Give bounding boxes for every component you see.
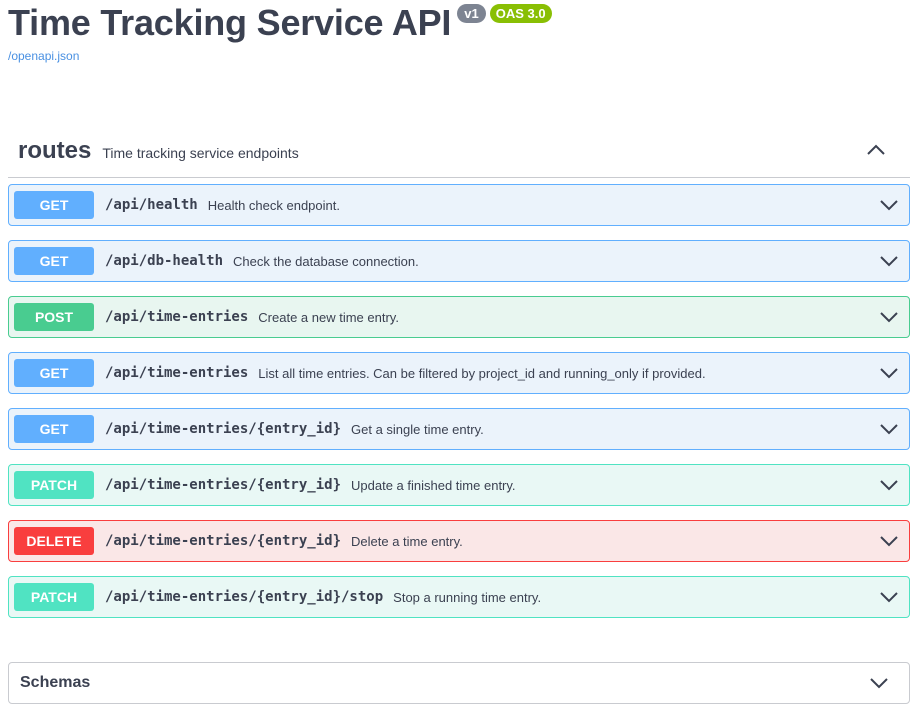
method-badge: PATCH — [14, 471, 94, 499]
method-badge: POST — [14, 303, 94, 331]
method-badge: GET — [14, 247, 94, 275]
method-badge: GET — [14, 191, 94, 219]
chevron-down-icon[interactable] — [879, 422, 899, 436]
operation-row[interactable]: GET/api/db-health Check the database conn… — [8, 240, 910, 282]
operation-summary: Check the database connection. — [233, 253, 419, 269]
version-badge: v1 — [457, 4, 486, 23]
tag-description: Time tracking service endpoints — [102, 144, 299, 161]
method-badge: DELETE — [14, 527, 94, 555]
api-title: Time Tracking Service API — [8, 2, 452, 43]
tag-name: routes — [18, 136, 92, 164]
oas-badge: OAS 3.0 — [489, 4, 552, 23]
chevron-down-icon[interactable] — [879, 590, 899, 604]
operation-path: /api/time-entries — [105, 365, 249, 381]
operation-row[interactable]: DELETE/api/time-entries/{entry_id} Delete… — [8, 520, 910, 562]
operation-row[interactable]: GET/api/time-entries/{entry_id} Get a sin… — [8, 408, 910, 450]
operation-row[interactable]: PATCH/api/time-entries/{entry_id}/stop St… — [8, 576, 910, 618]
operation-summary: Stop a running time entry. — [393, 589, 542, 605]
operation-row[interactable]: PATCH/api/time-entries/{entry_id} Update … — [8, 464, 910, 506]
chevron-down-icon[interactable] — [879, 310, 899, 324]
operation-summary: Health check endpoint. — [207, 197, 340, 213]
chevron-down-icon[interactable] — [879, 534, 899, 548]
tag-section-header[interactable]: routes Time tracking service endpoints — [8, 124, 910, 178]
title-row: Time Tracking Service API v1 OAS 3.0 — [8, 0, 552, 46]
operation-row[interactable]: GET/api/time-entries List all time entrie… — [8, 352, 910, 394]
chevron-down-icon[interactable] — [879, 254, 899, 268]
chevron-up-icon[interactable] — [866, 142, 886, 156]
chevron-down-icon[interactable] — [879, 366, 899, 380]
operation-path: /api/db-health — [105, 253, 224, 269]
operation-path: /api/time-entries/{entry_id} — [105, 421, 342, 437]
openapi-spec-link[interactable]: /openapi.json — [8, 49, 552, 63]
method-badge: GET — [14, 359, 94, 387]
operation-path: /api/time-entries/{entry_id} — [105, 533, 342, 549]
operation-summary: Delete a time entry. — [351, 533, 463, 549]
operation-path: /api/health — [105, 197, 198, 213]
operation-summary: Update a finished time entry. — [351, 477, 516, 493]
method-badge: GET — [14, 415, 94, 443]
operation-path: /api/time-entries/{entry_id} — [105, 477, 342, 493]
chevron-down-icon[interactable] — [879, 198, 899, 212]
chevron-down-icon[interactable] — [869, 676, 889, 690]
operation-row[interactable]: GET/api/health Health check endpoint. — [8, 184, 910, 226]
operation-path: /api/time-entries/{entry_id}/stop — [105, 589, 384, 605]
operation-path: /api/time-entries — [105, 309, 249, 325]
chevron-down-icon[interactable] — [879, 478, 899, 492]
operation-summary: Get a single time entry. — [351, 421, 484, 437]
operation-row[interactable]: POST/api/time-entries Create a new time e… — [8, 296, 910, 338]
schemas-section[interactable]: Schemas — [8, 662, 910, 704]
api-info: Time Tracking Service API v1 OAS 3.0 /op… — [8, 0, 552, 63]
schemas-title: Schemas — [20, 674, 91, 691]
operation-summary: Create a new time entry. — [258, 309, 399, 325]
method-badge: PATCH — [14, 583, 94, 611]
operation-summary: List all time entries. Can be filtered b… — [258, 365, 706, 381]
